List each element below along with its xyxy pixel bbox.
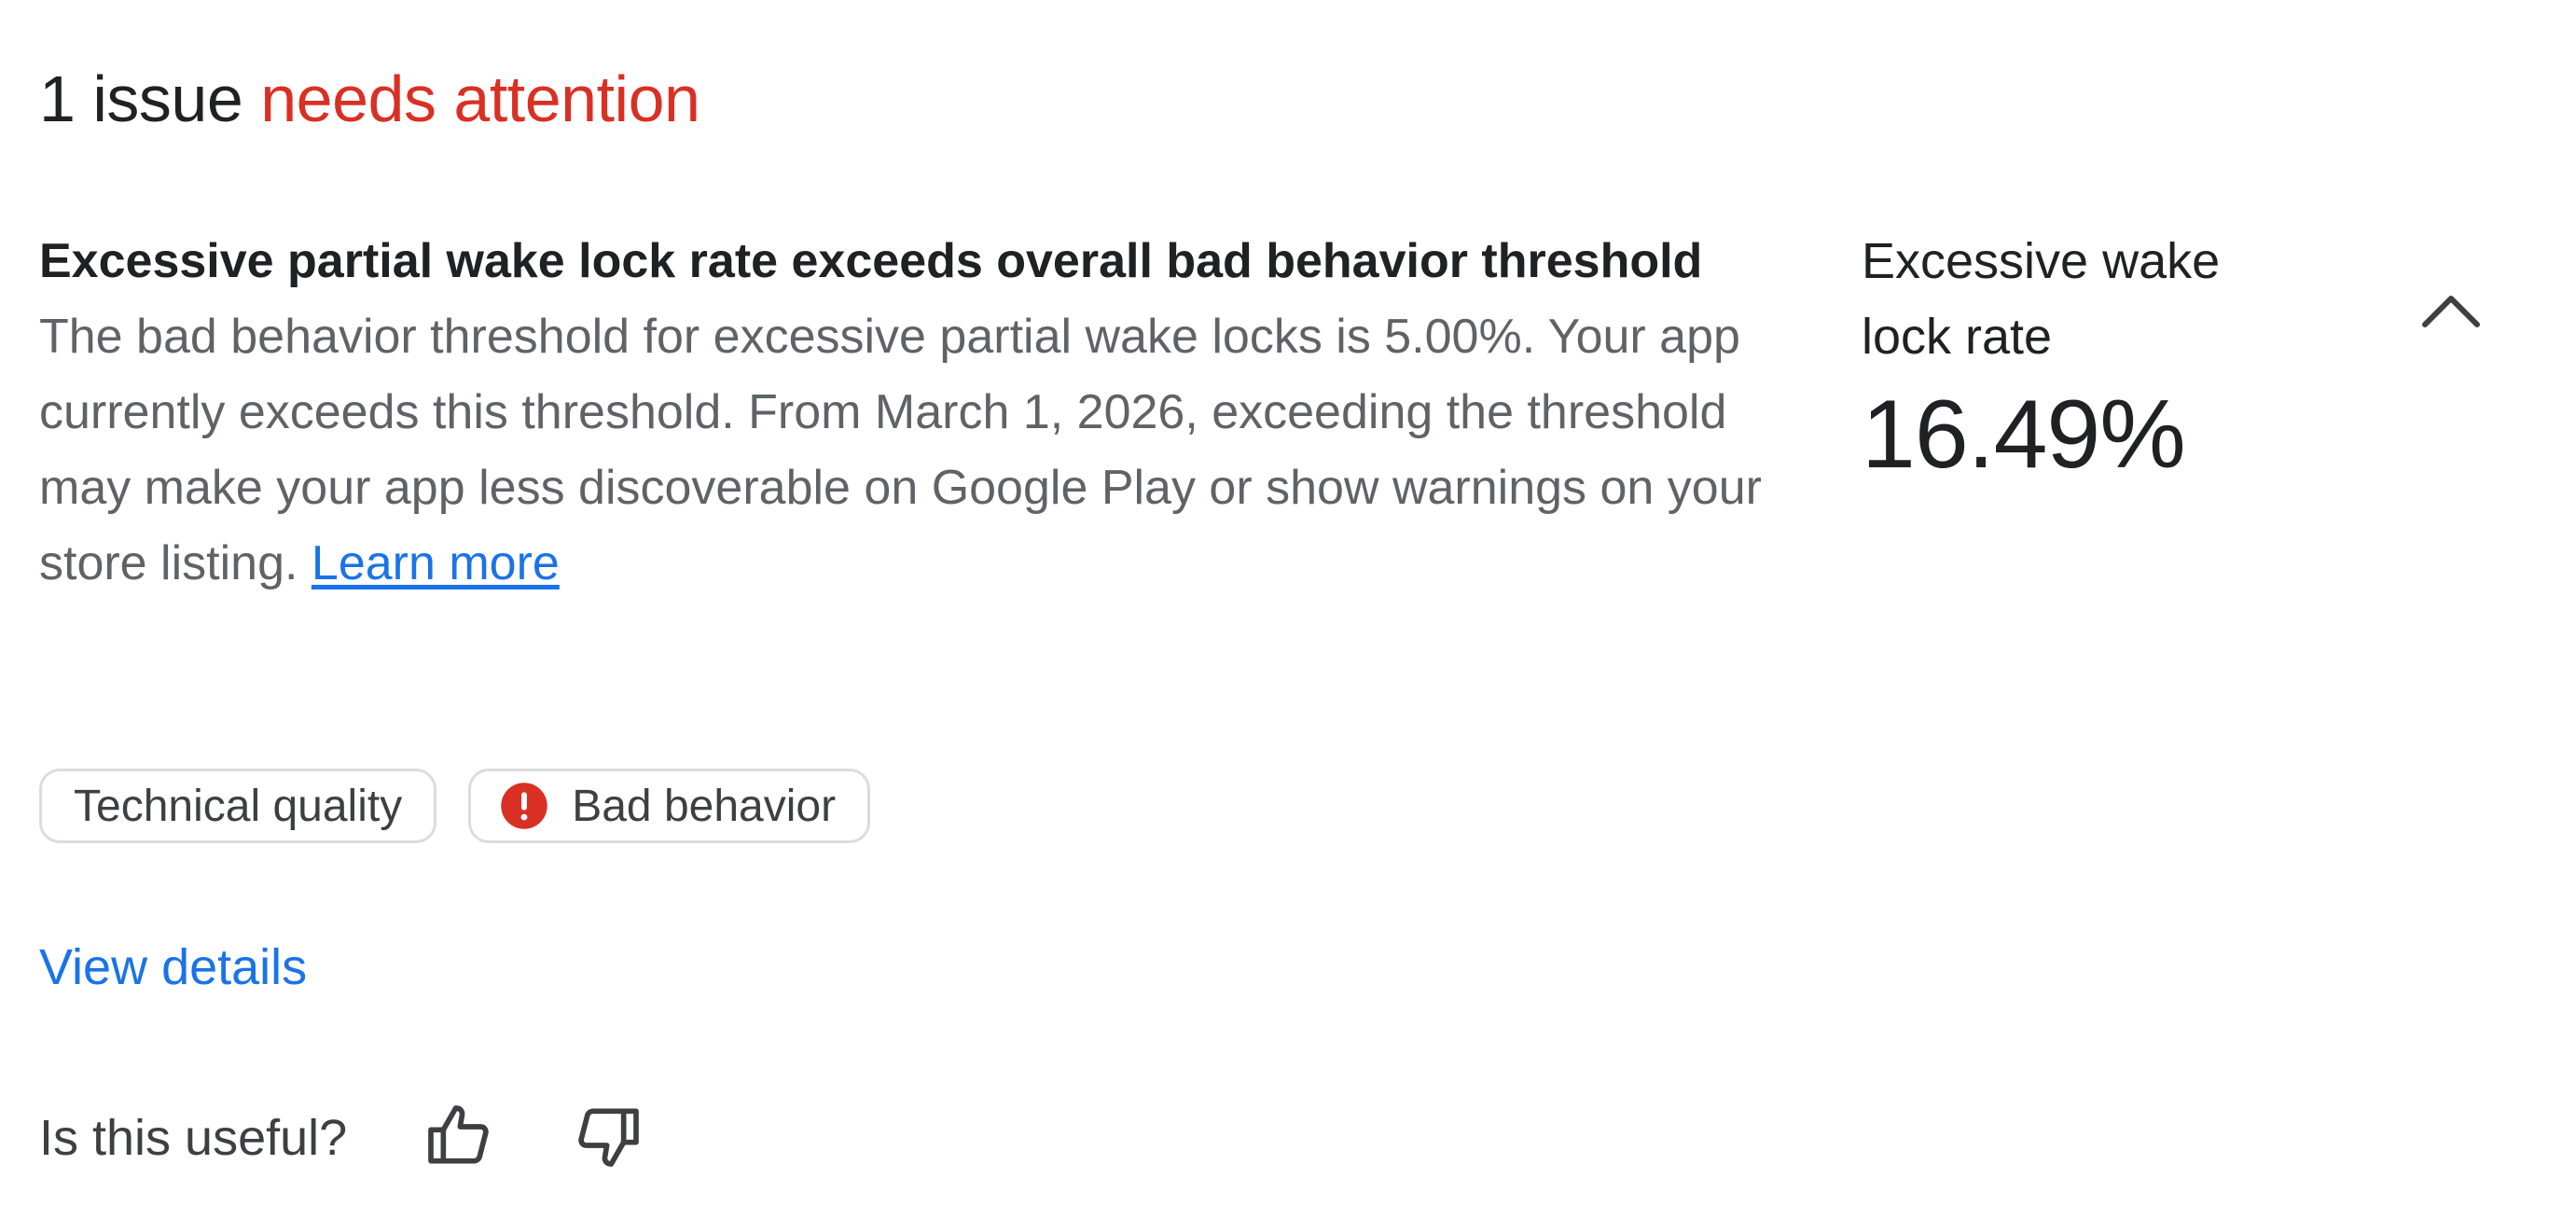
view-details-link[interactable]: View details [39, 938, 307, 996]
collapse-button[interactable] [2406, 276, 2496, 351]
chevron-up-icon [2417, 289, 2485, 339]
metric-value: 16.49% [1862, 381, 2186, 489]
thumb-down-button[interactable] [567, 1097, 649, 1179]
issue-card: Excessive partial wake lock rate exceeds… [39, 224, 1793, 602]
issue-count: 1 issue [39, 62, 243, 135]
metric-panel: Excessive wake lock rate 16.49% [1862, 224, 2309, 491]
thumb-up-button[interactable] [418, 1097, 500, 1179]
issues-heading: 1 issue needs attention [39, 62, 700, 136]
chip-label: Technical quality [74, 781, 403, 831]
issue-description-text: The bad behavior threshold for excessive… [39, 310, 1762, 590]
error-icon [499, 781, 549, 831]
feedback-question: Is this useful? [39, 1110, 348, 1166]
chip-technical-quality: Technical quality [39, 769, 437, 843]
issue-title: Excessive partial wake lock rate exceeds… [39, 234, 1703, 288]
tag-chips: Technical quality Bad behavior [39, 769, 871, 843]
chip-label: Bad behavior [572, 781, 837, 831]
metric-label: Excessive wake lock rate [1862, 233, 2221, 365]
thumb-up-icon [422, 1099, 496, 1178]
issue-description: The bad behavior threshold for excessive… [39, 299, 1793, 602]
learn-more-link[interactable]: Learn more [312, 536, 560, 590]
chip-bad-behavior: Bad behavior [468, 769, 871, 843]
feedback-row: Is this useful? [39, 1097, 649, 1179]
status-text: needs attention [260, 62, 700, 135]
thumb-down-icon [571, 1099, 645, 1178]
